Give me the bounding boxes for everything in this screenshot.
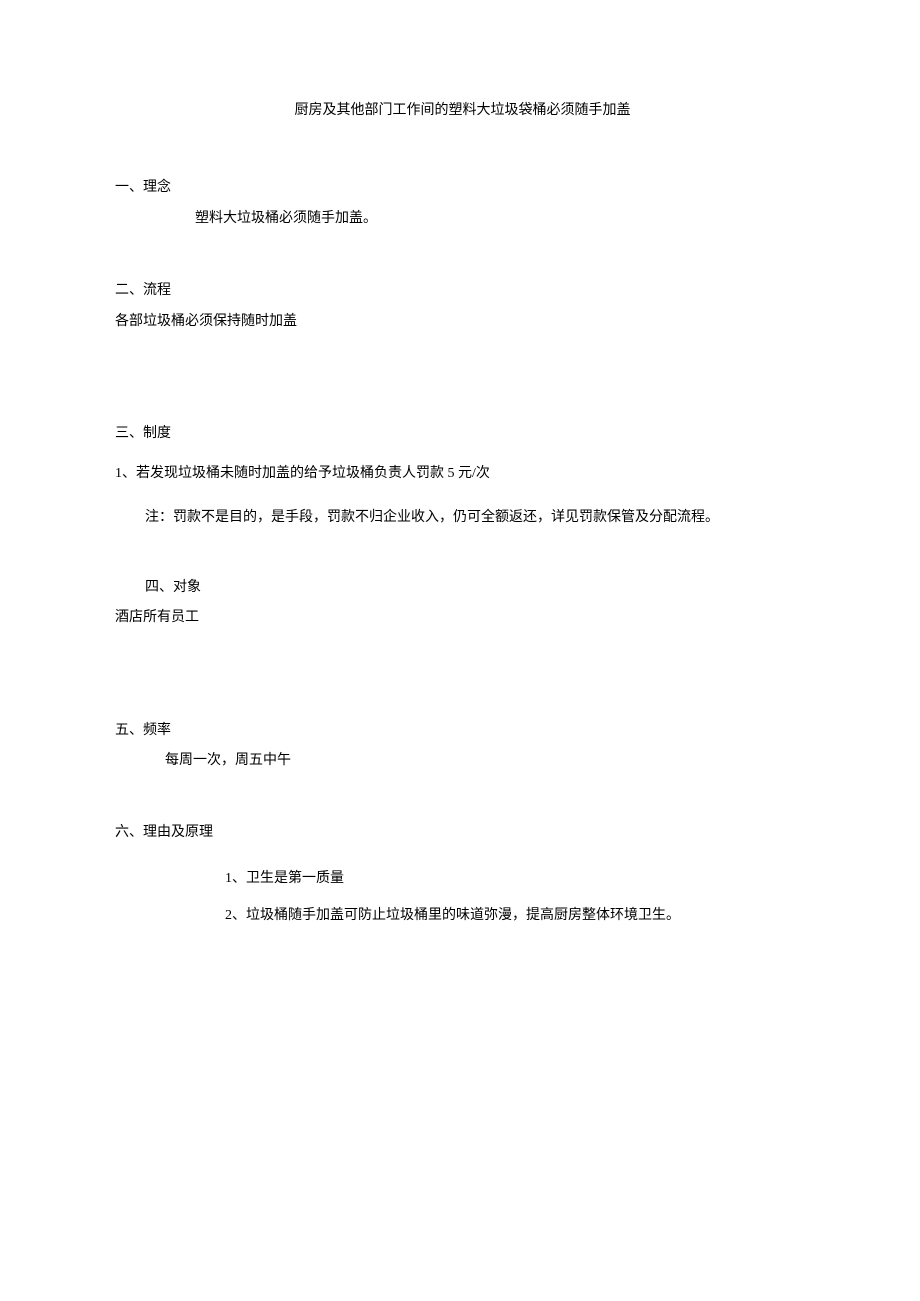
section-1: 一、理念 塑料大垃圾桶必须随手加盖。 <box>115 177 810 230</box>
section-4-content: 酒店所有员工 <box>115 607 810 629</box>
section-6-item-2: 2、垃圾桶随手加盖可防止垃圾桶里的味道弥漫，提高厨房整体环境卫生。 <box>115 905 810 927</box>
section-2-heading: 二、流程 <box>115 280 810 302</box>
section-4: 四、对象 酒店所有员工 <box>115 577 810 630</box>
section-3: 三、制度 1、若发现垃圾桶未随时加盖的给予垃圾桶负责人罚款 5 元/次 注：罚款… <box>115 423 810 532</box>
section-5: 五、频率 每周一次，周五中午 <box>115 720 810 773</box>
section-2: 二、流程 各部垃圾桶必须保持随时加盖 <box>115 280 810 333</box>
section-1-heading: 一、理念 <box>115 177 810 199</box>
section-3-note: 注：罚款不是目的，是手段，罚款不归企业收入，仍可全额返还，详见罚款保管及分配流程… <box>115 504 810 532</box>
section-6-item-1: 1、卫生是第一质量 <box>115 868 810 890</box>
section-3-heading: 三、制度 <box>115 423 810 445</box>
section-5-content: 每周一次，周五中午 <box>115 750 810 772</box>
section-5-heading: 五、频率 <box>115 720 810 742</box>
section-3-item-1: 1、若发现垃圾桶未随时加盖的给予垃圾桶负责人罚款 5 元/次 <box>115 463 810 485</box>
document-title: 厨房及其他部门工作间的塑料大垃圾袋桶必须随手加盖 <box>115 100 810 122</box>
section-6-heading: 六、理由及原理 <box>115 822 810 844</box>
section-2-content: 各部垃圾桶必须保持随时加盖 <box>115 311 810 333</box>
section-6: 六、理由及原理 1、卫生是第一质量 2、垃圾桶随手加盖可防止垃圾桶里的味道弥漫，… <box>115 822 810 927</box>
section-1-content: 塑料大垃圾桶必须随手加盖。 <box>115 208 810 230</box>
section-4-heading: 四、对象 <box>115 577 810 599</box>
